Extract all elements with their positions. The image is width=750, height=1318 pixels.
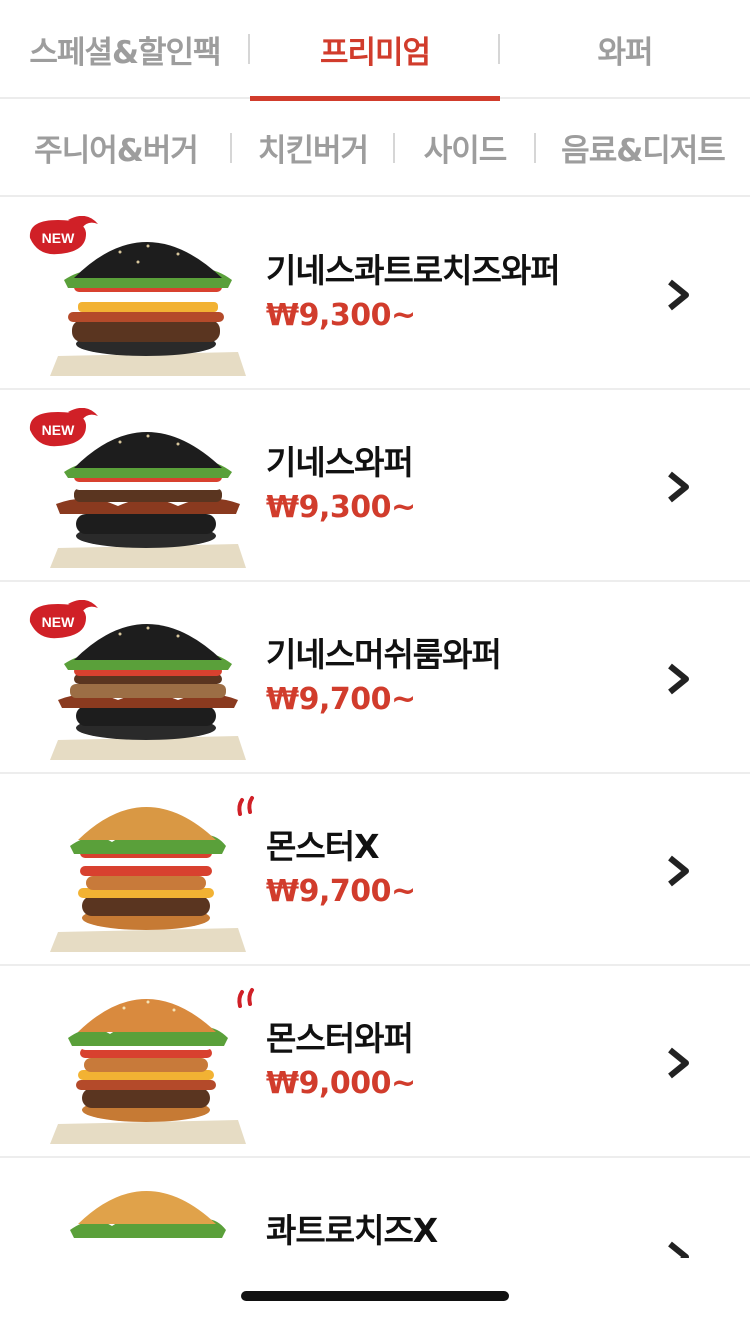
tab-side[interactable]: 사이드 <box>404 99 526 195</box>
item-price: ₩9,700~ <box>266 682 416 717</box>
item-name: 콰트로치즈X <box>266 1211 438 1250</box>
tab-drink-dessert[interactable]: 음료&디저트 <box>546 99 740 195</box>
burger-image <box>70 1191 226 1238</box>
item-price: ₩9,300~ <box>266 490 416 525</box>
chili-icon <box>237 796 254 816</box>
tab-divider <box>534 133 536 163</box>
item-name: 기네스콰트로치즈와퍼 <box>266 251 561 290</box>
svg-text:NEW: NEW <box>42 230 75 246</box>
svg-text:NEW: NEW <box>42 614 75 630</box>
item-name: 기네스머쉬룸와퍼 <box>266 635 502 674</box>
burger-image <box>50 796 254 952</box>
tab-whopper[interactable]: 와퍼 <box>500 0 750 99</box>
menu-item[interactable]: NEW 기네스콰트로치즈와퍼 ₩9,300~ <box>0 198 750 390</box>
burger-image: NEW <box>29 600 246 760</box>
item-name: 몬스터X <box>266 827 380 866</box>
menu-item[interactable]: 콰트로치즈X <box>0 1158 750 1258</box>
tab-chicken-burger[interactable]: 치킨버거 <box>240 99 386 195</box>
top-category-tabs: 스페셜&할인팩 프리미엄 와퍼 <box>0 0 750 101</box>
tab-premium[interactable]: 프리미엄 <box>250 0 500 101</box>
tab-divider <box>230 133 232 163</box>
item-name: 몬스터와퍼 <box>266 1019 414 1058</box>
item-price: ₩9,700~ <box>266 874 416 909</box>
menu-item[interactable]: 몬스터X ₩9,700~ <box>0 774 750 966</box>
burger-image: NEW <box>29 408 246 568</box>
tab-divider <box>498 34 500 64</box>
new-badge: NEW <box>29 408 98 447</box>
item-name: 기네스와퍼 <box>266 443 414 482</box>
chevron-right-icon[interactable] <box>664 1046 694 1080</box>
tab-special-discount[interactable]: 스페셜&할인팩 <box>0 0 250 99</box>
chevron-right-icon[interactable] <box>664 278 694 312</box>
new-badge: NEW <box>29 600 98 639</box>
sub-category-tabs: 주니어&버거 치킨버거 사이드 음료&디저트 <box>0 99 750 197</box>
home-indicator <box>241 1291 509 1301</box>
svg-text:NEW: NEW <box>42 422 75 438</box>
menu-item[interactable]: 몬스터와퍼 ₩9,000~ <box>0 966 750 1158</box>
chevron-right-icon[interactable] <box>664 854 694 888</box>
new-badge: NEW <box>29 216 98 255</box>
menu-item[interactable]: NEW 기네스머쉬룸와퍼 ₩9,700~ <box>0 582 750 774</box>
tab-divider <box>248 34 250 64</box>
tab-junior-burger[interactable]: 주니어&버거 <box>14 99 218 195</box>
chevron-right-icon[interactable] <box>664 1240 694 1258</box>
chevron-right-icon[interactable] <box>664 662 694 696</box>
tab-divider <box>393 133 395 163</box>
item-price: ₩9,300~ <box>266 298 416 333</box>
chili-icon <box>237 988 254 1008</box>
burger-image <box>50 988 254 1144</box>
chevron-right-icon[interactable] <box>664 470 694 504</box>
burger-image: NEW <box>29 216 246 376</box>
item-price: ₩9,000~ <box>266 1066 416 1101</box>
menu-item[interactable]: NEW 기네스와퍼 ₩9,300~ <box>0 390 750 582</box>
menu-list: NEW 기네스콰트로치즈와퍼 ₩9,300~ NEW 기네스와퍼 ₩9,300~… <box>0 198 750 1258</box>
